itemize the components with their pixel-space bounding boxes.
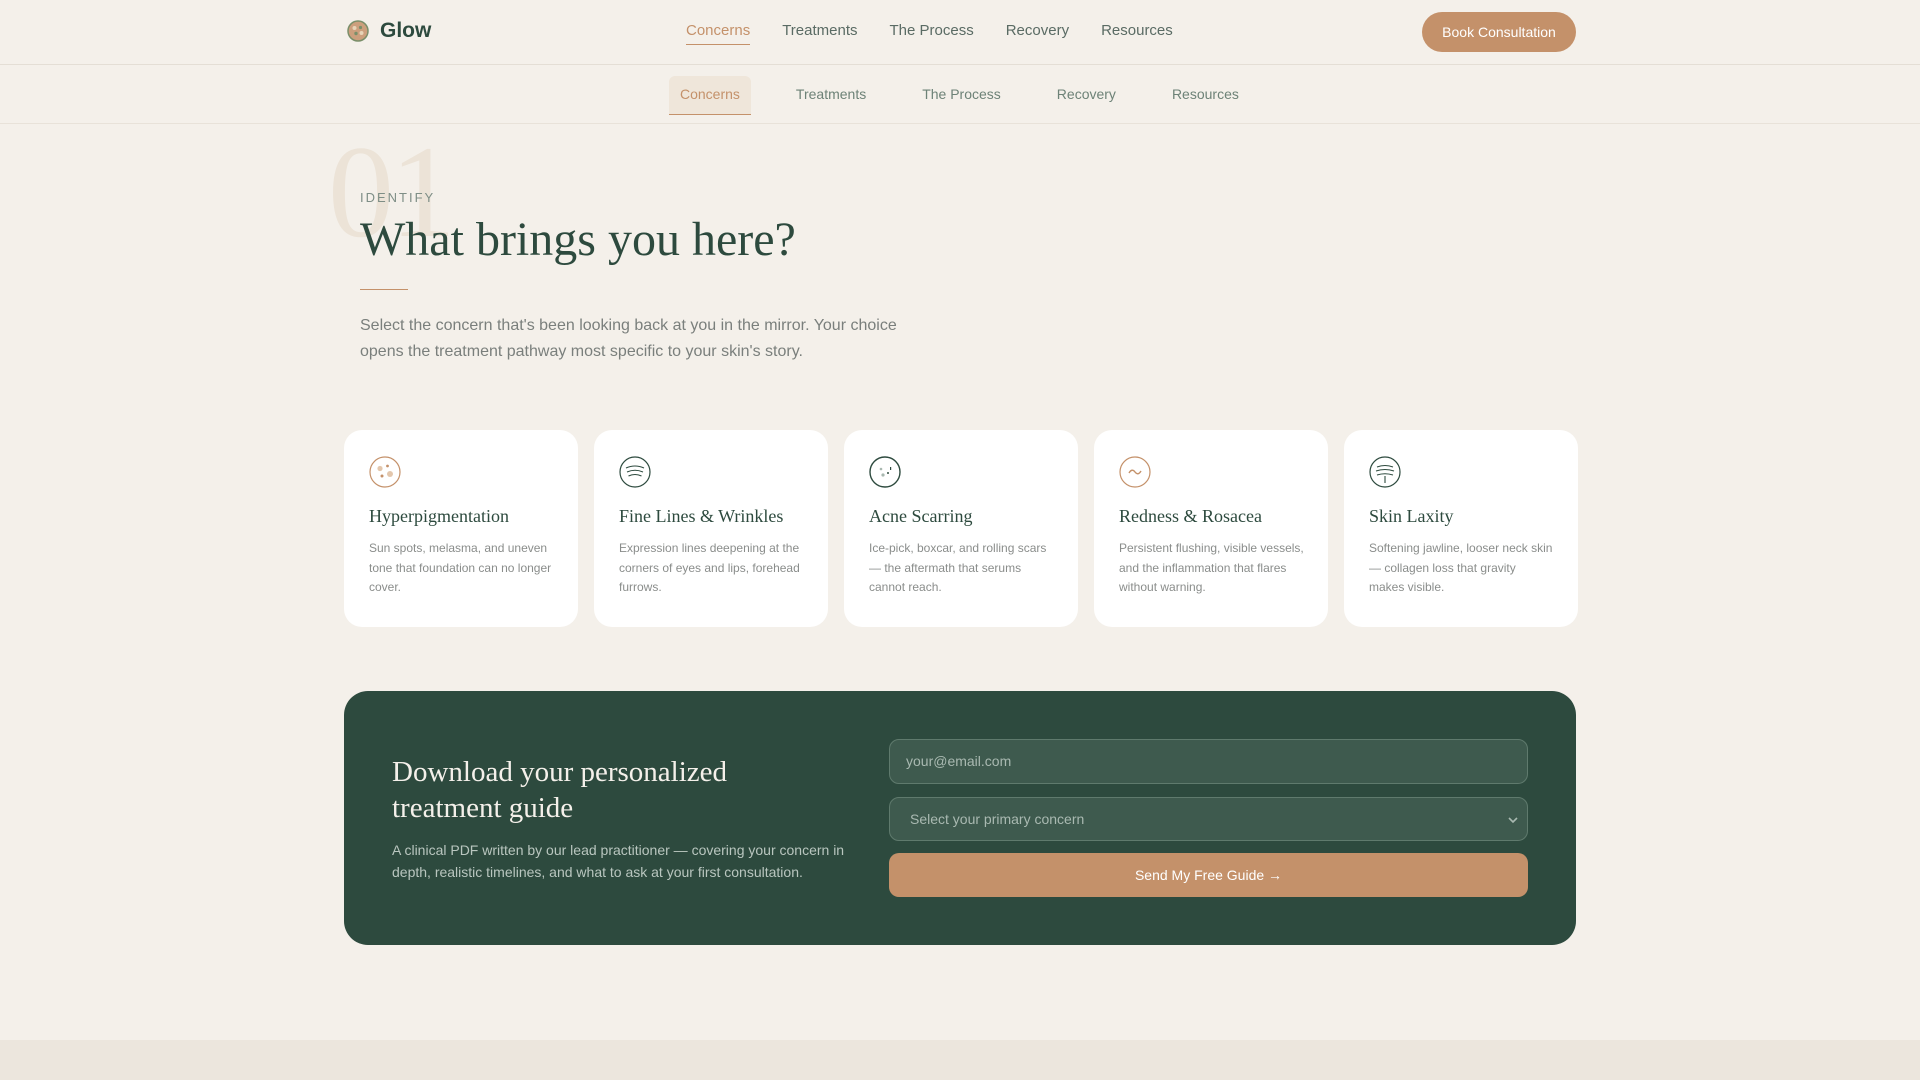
logo-mark-icon <box>347 20 369 42</box>
section-eyebrow: IDENTIFY <box>360 190 436 205</box>
concern-card-title: Redness & Rosacea <box>1119 506 1262 526</box>
concern-cards: Hyperpigmentation Sun spots, melasma, an… <box>344 430 1578 627</box>
subnav-tab-the-process[interactable]: The Process <box>911 76 1012 115</box>
primary-nav: Concerns Treatments The Process Recovery… <box>686 22 1173 45</box>
pigment-spots-icon <box>369 456 401 488</box>
nav-link-concerns[interactable]: Concerns <box>686 22 751 45</box>
top-header: Glow Concerns Treatments The Process Rec… <box>0 0 1920 65</box>
email-field[interactable]: your@email.com <box>889 739 1528 784</box>
treatment-guide-panel: Download your personalized treatment gui… <box>344 691 1576 945</box>
primary-concern-select[interactable]: Select your primary concern <box>889 797 1528 841</box>
nav-link-recovery[interactable]: Recovery <box>1006 22 1069 45</box>
subnav-tab-resources[interactable]: Resources <box>1161 76 1250 115</box>
title-divider <box>360 289 408 290</box>
guide-description: A clinical PDF written by our lead pract… <box>392 842 845 880</box>
subnav-tab-recovery[interactable]: Recovery <box>1046 76 1127 115</box>
concern-card-description: Softening jawline, looser neck skin — co… <box>1369 541 1553 594</box>
concern-card-title: Acne Scarring <box>869 506 973 526</box>
concern-card-acne-scarring[interactable]: Acne Scarring Ice-pick, boxcar, and roll… <box>844 430 1078 627</box>
nav-link-resources[interactable]: Resources <box>1101 22 1173 45</box>
concern-card-description: Ice-pick, boxcar, and rolling scars — th… <box>869 541 1047 594</box>
chevron-down-icon <box>1508 817 1518 824</box>
concern-card-redness-rosacea[interactable]: Redness & Rosacea Persistent flushing, v… <box>1094 430 1328 627</box>
laxity-lines-icon <box>1369 456 1401 488</box>
book-consultation-button[interactable]: Book Consultation <box>1422 12 1576 52</box>
concern-card-hyperpigmentation[interactable]: Hyperpigmentation Sun spots, melasma, an… <box>344 430 578 627</box>
acne-scar-icon <box>869 456 901 488</box>
guide-title: Download your personalized treatment gui… <box>392 756 728 824</box>
concern-card-title: Hyperpigmentation <box>369 506 509 526</box>
concern-card-title: Skin Laxity <box>1369 506 1454 526</box>
send-guide-button[interactable]: Send My Free Guide → <box>889 853 1528 897</box>
subnav-tab-concerns[interactable]: Concerns <box>669 76 751 115</box>
hero-description: Select the concern that's been looking b… <box>360 317 897 360</box>
redness-wave-icon <box>1119 456 1151 488</box>
nav-link-the-process[interactable]: The Process <box>890 22 974 45</box>
concern-card-description: Expression lines deepening at the corner… <box>619 541 800 594</box>
section-subnav: Concerns Treatments The Process Recovery… <box>0 66 1920 124</box>
primary-concern-select-label: Select your primary concern <box>910 811 1085 827</box>
subnav-tab-treatments[interactable]: Treatments <box>785 76 877 115</box>
brand-name: Glow <box>380 19 432 42</box>
concern-card-description: Sun spots, melasma, and uneven tone that… <box>369 541 552 594</box>
brand-logo[interactable]: Glow <box>346 19 431 43</box>
nav-link-treatments[interactable]: Treatments <box>782 22 857 45</box>
concern-card-title: Fine Lines & Wrinkles <box>619 506 784 526</box>
page-title: What brings you here? <box>360 213 796 266</box>
concern-card-description: Persistent flushing, visible vessels, an… <box>1119 541 1304 594</box>
footer-band <box>0 1040 1920 1080</box>
wrinkle-lines-icon <box>619 456 651 488</box>
concern-card-skin-laxity[interactable]: Skin Laxity Softening jawline, looser ne… <box>1344 430 1578 627</box>
concern-card-fine-lines[interactable]: Fine Lines & Wrinkles Expression lines d… <box>594 430 828 627</box>
